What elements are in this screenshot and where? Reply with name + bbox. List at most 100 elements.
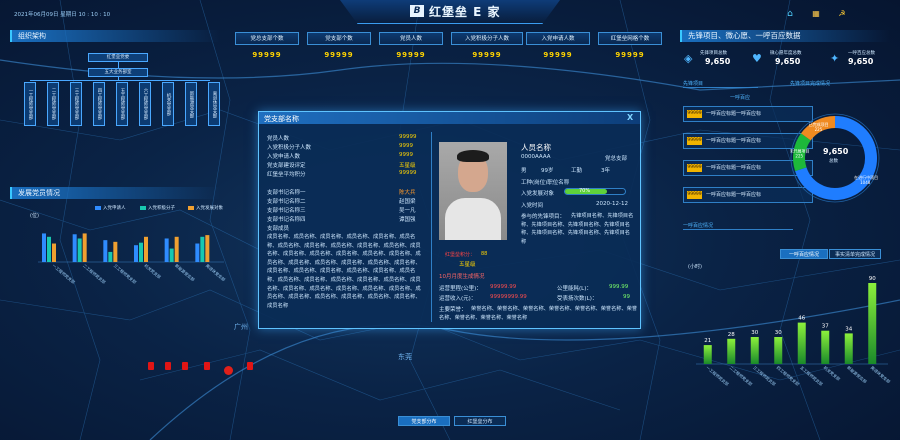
donut-slice-value: 225 <box>795 153 803 158</box>
info-label: 入党积极分子人数 <box>267 145 312 151</box>
party-branch-marker[interactable] <box>247 362 253 370</box>
org-branch-node[interactable]: 离退休党支部 <box>208 82 220 126</box>
person-name: 人员名称 <box>521 143 551 152</box>
dev-category-label: 二工程师党支部 <box>82 262 107 285</box>
section-tag: 一呼百应情况 <box>683 222 793 230</box>
dev-bar <box>42 233 46 262</box>
hours-bar-value: 46 <box>798 316 805 322</box>
org-branch-node[interactable]: 六工程师党支部 <box>139 82 151 126</box>
dev-category-label: 机关党支部 <box>143 262 162 279</box>
close-icon[interactable]: X <box>627 113 633 122</box>
party-emblem-marker[interactable] <box>224 366 233 375</box>
party-branch-marker[interactable] <box>204 362 210 370</box>
info-value: 9999 <box>399 143 413 149</box>
hours-ylabel: (小时) <box>688 264 702 270</box>
org-branch-node[interactable]: 一工程师党支部 <box>24 82 36 126</box>
dev-bar <box>103 240 108 262</box>
dev-category-label: 三工程师党支部 <box>113 262 138 285</box>
hours-bar-value: 37 <box>822 324 829 330</box>
hours-category-label: 五工程师党支部 <box>799 364 824 387</box>
month-label: 公里能耗(L)： <box>557 286 592 292</box>
party-branch-marker[interactable] <box>148 362 154 370</box>
party-branch-marker[interactable] <box>182 362 188 370</box>
dev-bar <box>164 238 169 262</box>
org-root-node[interactable]: 红堡垒党委 <box>88 53 148 62</box>
dev-category-label: 离退休党支部 <box>205 262 227 282</box>
org-branch-node[interactable]: 新能源党支部 <box>185 82 197 126</box>
org-panel-title: 组织架构 <box>10 30 220 42</box>
modal-header <box>259 112 640 124</box>
org-connector <box>30 80 210 81</box>
org-branch-node[interactable]: 机关党支部 <box>162 82 174 126</box>
header-datetime: 2021年06月09日 星期日 10 : 10 : 10 <box>14 12 111 18</box>
stat-value: 99999 <box>252 51 282 59</box>
right-panel-title: 先锋项目、微心愿、一呼百应数据 <box>680 30 890 42</box>
month-label: 受表扬次数(L)： <box>557 296 598 302</box>
list-text: 一呼百应标题一呼百应标 <box>706 138 762 144</box>
person-age: 99岁 <box>541 168 554 174</box>
hours-bar-value: 30 <box>775 330 782 336</box>
person-years: 3年 <box>601 168 610 174</box>
month-value: 99 <box>623 294 630 300</box>
org-level2-node[interactable]: 五大业务部室 <box>88 68 148 77</box>
stat-value: 99999 <box>324 51 354 59</box>
list-badge: 99999 <box>687 137 702 145</box>
hours-bar <box>821 330 830 364</box>
org-branch-node[interactable]: 五工程师党支部 <box>116 82 128 126</box>
person-post: 工种(岗位)职位名称 <box>521 180 570 186</box>
tab-fortress-distribution[interactable]: 红堡垒分布 <box>454 416 506 426</box>
list-text: 一呼百应标题一呼百应标 <box>706 192 762 198</box>
branch-detail-modal: 党支部名称 X 党员人数 99999 入党积极分子人数 9999 入党申请人数 … <box>258 111 641 329</box>
honors-list: 荣誉名称、荣誉名称、荣誉名称、荣誉名称、荣誉名称、荣誉名称、荣誉名称、荣誉名称、… <box>439 306 637 321</box>
home-icon[interactable]: ⌂ <box>784 9 796 19</box>
list-badge: 99999 <box>687 164 702 172</box>
party-branch-marker[interactable] <box>165 362 171 370</box>
modal-divider <box>431 132 432 322</box>
section-tag: 一呼百应 <box>730 95 751 101</box>
info-value: 99999 <box>399 170 417 176</box>
org-branch-node[interactable]: 二工程师党支部 <box>47 82 59 126</box>
dev-bar <box>72 234 77 262</box>
kpi-label: 微心愿年度总数 <box>770 51 802 56</box>
hours-bar <box>774 337 783 364</box>
month-label: 运营收入(元)： <box>439 296 477 302</box>
members-label: 支部成员 <box>267 226 290 232</box>
tab-response[interactable]: 一呼百应情况 <box>780 249 828 259</box>
org-branch-node[interactable]: 四工程师党支部 <box>93 82 105 126</box>
hours-bar <box>868 283 877 364</box>
list-text: 一呼百应标题一呼百应标 <box>706 111 762 117</box>
dev-bar <box>52 243 56 262</box>
hours-bar-value: 90 <box>869 276 876 282</box>
info-value: 99999 <box>399 134 417 140</box>
building-icon[interactable]: ▦ <box>810 9 822 19</box>
kpi-value: 9,650 <box>775 57 801 66</box>
progress-track: 70% <box>564 188 626 195</box>
month-value: 99999.99 <box>490 284 517 290</box>
progress-label: 70% <box>579 188 591 194</box>
members-list: 成员名称、成员名称、成员名称、成员名称、成员名称、成员名称、成员名称、成员名称、… <box>267 234 421 309</box>
org-branch-node[interactable]: 三工程师党支部 <box>70 82 82 126</box>
legend-label: 入党申请人 <box>103 206 126 211</box>
person-rating: 五星级 <box>459 262 476 268</box>
megaphone-icon: ✦ <box>830 52 840 65</box>
stat-value: 99999 <box>472 51 502 59</box>
month-title: 10月月度生成情况 <box>439 274 485 280</box>
tab-checklist[interactable]: 事实清单完成情况 <box>829 249 881 259</box>
month-label: 运营里程(公里)： <box>439 286 482 292</box>
join-label: 入党时间 <box>521 203 544 209</box>
hours-bar-value: 28 <box>728 332 735 338</box>
dev-bar <box>205 235 210 262</box>
dev-bar <box>134 245 138 262</box>
leader-name: 陈大兵 <box>399 190 416 196</box>
legend-swatch <box>140 206 146 210</box>
hours-bar-chart: 21 一工程师党支部 28 二工程师党支部 30 三工程师党支部 30 四工程师党支部 46 五工… <box>696 276 892 387</box>
person-id: 0000AAAA <box>521 154 551 160</box>
party-emblem-icon[interactable]: ☭ <box>836 9 848 19</box>
tab-branch-distribution[interactable]: 党支部分布 <box>398 416 450 426</box>
dev-category-label: 一工程师党支部 <box>51 262 76 285</box>
modal-title: 党支部名称 <box>264 115 299 123</box>
person-photo <box>439 142 507 240</box>
wish-icon: ♥ <box>752 52 762 65</box>
dev-bar <box>47 236 51 262</box>
points-label: 红堡垒积分： <box>445 252 476 258</box>
